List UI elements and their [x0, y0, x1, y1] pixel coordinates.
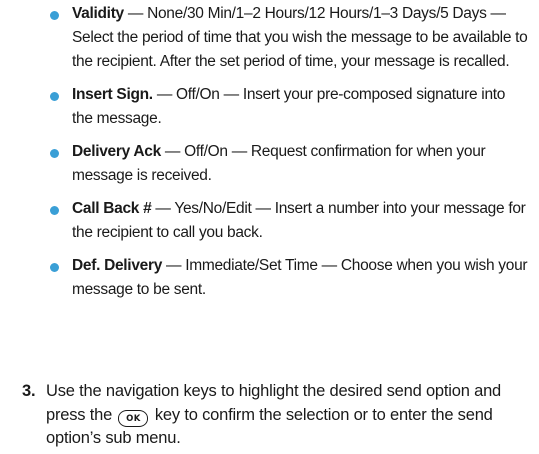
list-item-def-delivery: Def. Delivery — Immediate/Set Time — Cho…	[48, 254, 528, 302]
list-item-insert-sign: Insert Sign. — Off/On — Insert your pre-…	[48, 83, 528, 131]
separator: —	[162, 257, 186, 274]
separator: —	[227, 143, 251, 160]
bullet-icon	[50, 263, 59, 272]
separator: —	[151, 200, 175, 217]
separator: —	[160, 143, 185, 160]
bullet-icon	[50, 92, 59, 101]
option-term: Call Back #	[72, 200, 152, 217]
option-term: Insert Sign.	[72, 86, 153, 103]
list-item-delivery-ack: Delivery Ack — Off/On — Request confirma…	[48, 140, 528, 188]
option-values: None/30 Min/1–2 Hours/12 Hours/1–3 Days/…	[147, 5, 487, 22]
bullet-icon	[50, 206, 59, 215]
option-term: Validity	[72, 5, 124, 22]
step-3: 3. Use the navigation keys to highlight …	[22, 380, 527, 451]
list-item-validity: Validity — None/30 Min/1–2 Hours/12 Hour…	[48, 2, 528, 74]
option-values: Off/On	[184, 143, 228, 160]
step-text: Use the navigation keys to highlight the…	[46, 380, 527, 451]
option-values: Immediate/Set Time	[185, 257, 318, 274]
bullet-icon	[50, 149, 59, 158]
send-options-list: Validity — None/30 Min/1–2 Hours/12 Hour…	[48, 0, 528, 302]
option-term: Delivery Ack	[72, 143, 161, 160]
separator: —	[486, 5, 507, 22]
option-term: Def. Delivery	[72, 257, 163, 274]
option-description: Select the period of time that you wish …	[72, 29, 528, 70]
ok-key-label: OK	[126, 413, 141, 424]
step-number: 3.	[22, 382, 36, 400]
separator: —	[152, 86, 177, 103]
separator: —	[317, 257, 341, 274]
manual-page: Validity — None/30 Min/1–2 Hours/12 Hour…	[0, 0, 539, 454]
list-item-call-back: Call Back # — Yes/No/Edit — Insert a num…	[48, 197, 528, 245]
step-text-after: key to confirm the selection or to enter…	[46, 405, 493, 448]
option-values: Yes/No/Edit	[174, 200, 252, 217]
option-values: Off/On	[176, 86, 220, 103]
separator: —	[123, 5, 148, 22]
separator: —	[219, 86, 243, 103]
ok-key-icon: OK	[118, 409, 149, 427]
separator: —	[251, 200, 275, 217]
bullet-icon	[50, 11, 59, 20]
